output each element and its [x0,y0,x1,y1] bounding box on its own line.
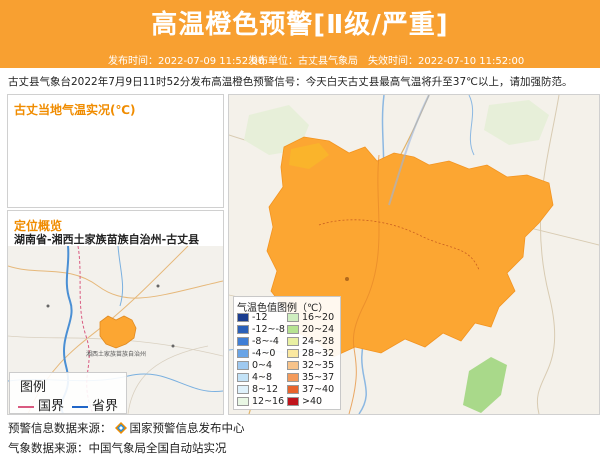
location-panel: 定位概览 湖南省-湘西土家族苗族自治州-古丈县 湘西土家族苗族自治州 图例 国界… [7,210,224,415]
header-banner: 高温橙色预警[Ⅱ级/严重] [0,0,600,48]
legend-item: -12~-8 [237,324,285,335]
temperature-legend: 气温色值图例（℃） -12 -12~-8 -8~-4 -4~0 0~4 4~8 … [233,296,341,410]
legend-item: >40 [287,396,322,407]
legend-provincial-border: 省界 [72,395,118,414]
legend-item: 4~8 [237,372,272,383]
legend-national-border: 国界 [18,395,64,414]
publish-time: 发布时间：2022-07-09 11:52:00 [108,56,265,67]
legend-item: 20~24 [287,324,334,335]
legend-item: 28~32 [287,348,334,359]
expire-time: 失效时间：2022-07-10 11:52:00 [368,56,525,67]
temperature-panel-title: 古丈当地气温实况(℃) [14,103,136,117]
warning-description: 古丈县气象台2022年7月9日11时52分发布高温橙色预警信号：今天白天古丈县最… [8,76,573,88]
legend-item: -8~-4 [237,336,279,347]
legend-item: 32~35 [287,360,334,371]
page-title: 高温橙色预警[Ⅱ级/严重] [151,10,449,40]
warning-center-icon [114,421,127,434]
main-map-panel: 气温色值图例（℃） -12 -12~-8 -8~-4 -4~0 0~4 4~8 … [228,94,600,415]
legend-item: 24~28 [287,336,334,347]
legend-item: -4~0 [237,348,275,359]
weather-source: 气象数据来源：中国气象局全国自动站实况 [8,441,227,455]
publisher: 发布单位：古丈县气象局 [248,56,358,67]
legend-item: -12 [237,312,268,323]
overview-legend: 图例 国界 省界 [9,372,127,414]
legend-item: 37~40 [287,384,334,395]
legend-item: 0~4 [237,360,272,371]
overview-legend-title: 图例 [20,380,47,395]
location-path: 湖南省-湘西土家族苗族自治州-古丈县 [14,233,200,246]
legend-item: 35~37 [287,372,334,383]
map-prefecture-label: 湘西土家族苗族自治州 [86,350,146,358]
meta-bar: 发布时间：2022-07-09 11:52:00 发布单位：古丈县气象局 失效时… [0,48,600,68]
temperature-panel: 古丈当地气温实况(℃) [7,94,224,208]
legend-item: 8~12 [237,384,278,395]
warning-source: 预警信息数据来源： 国家预警信息发布中心 [8,421,245,435]
legend-item: 12~16 [237,396,284,407]
legend-item: 16~20 [287,312,334,323]
